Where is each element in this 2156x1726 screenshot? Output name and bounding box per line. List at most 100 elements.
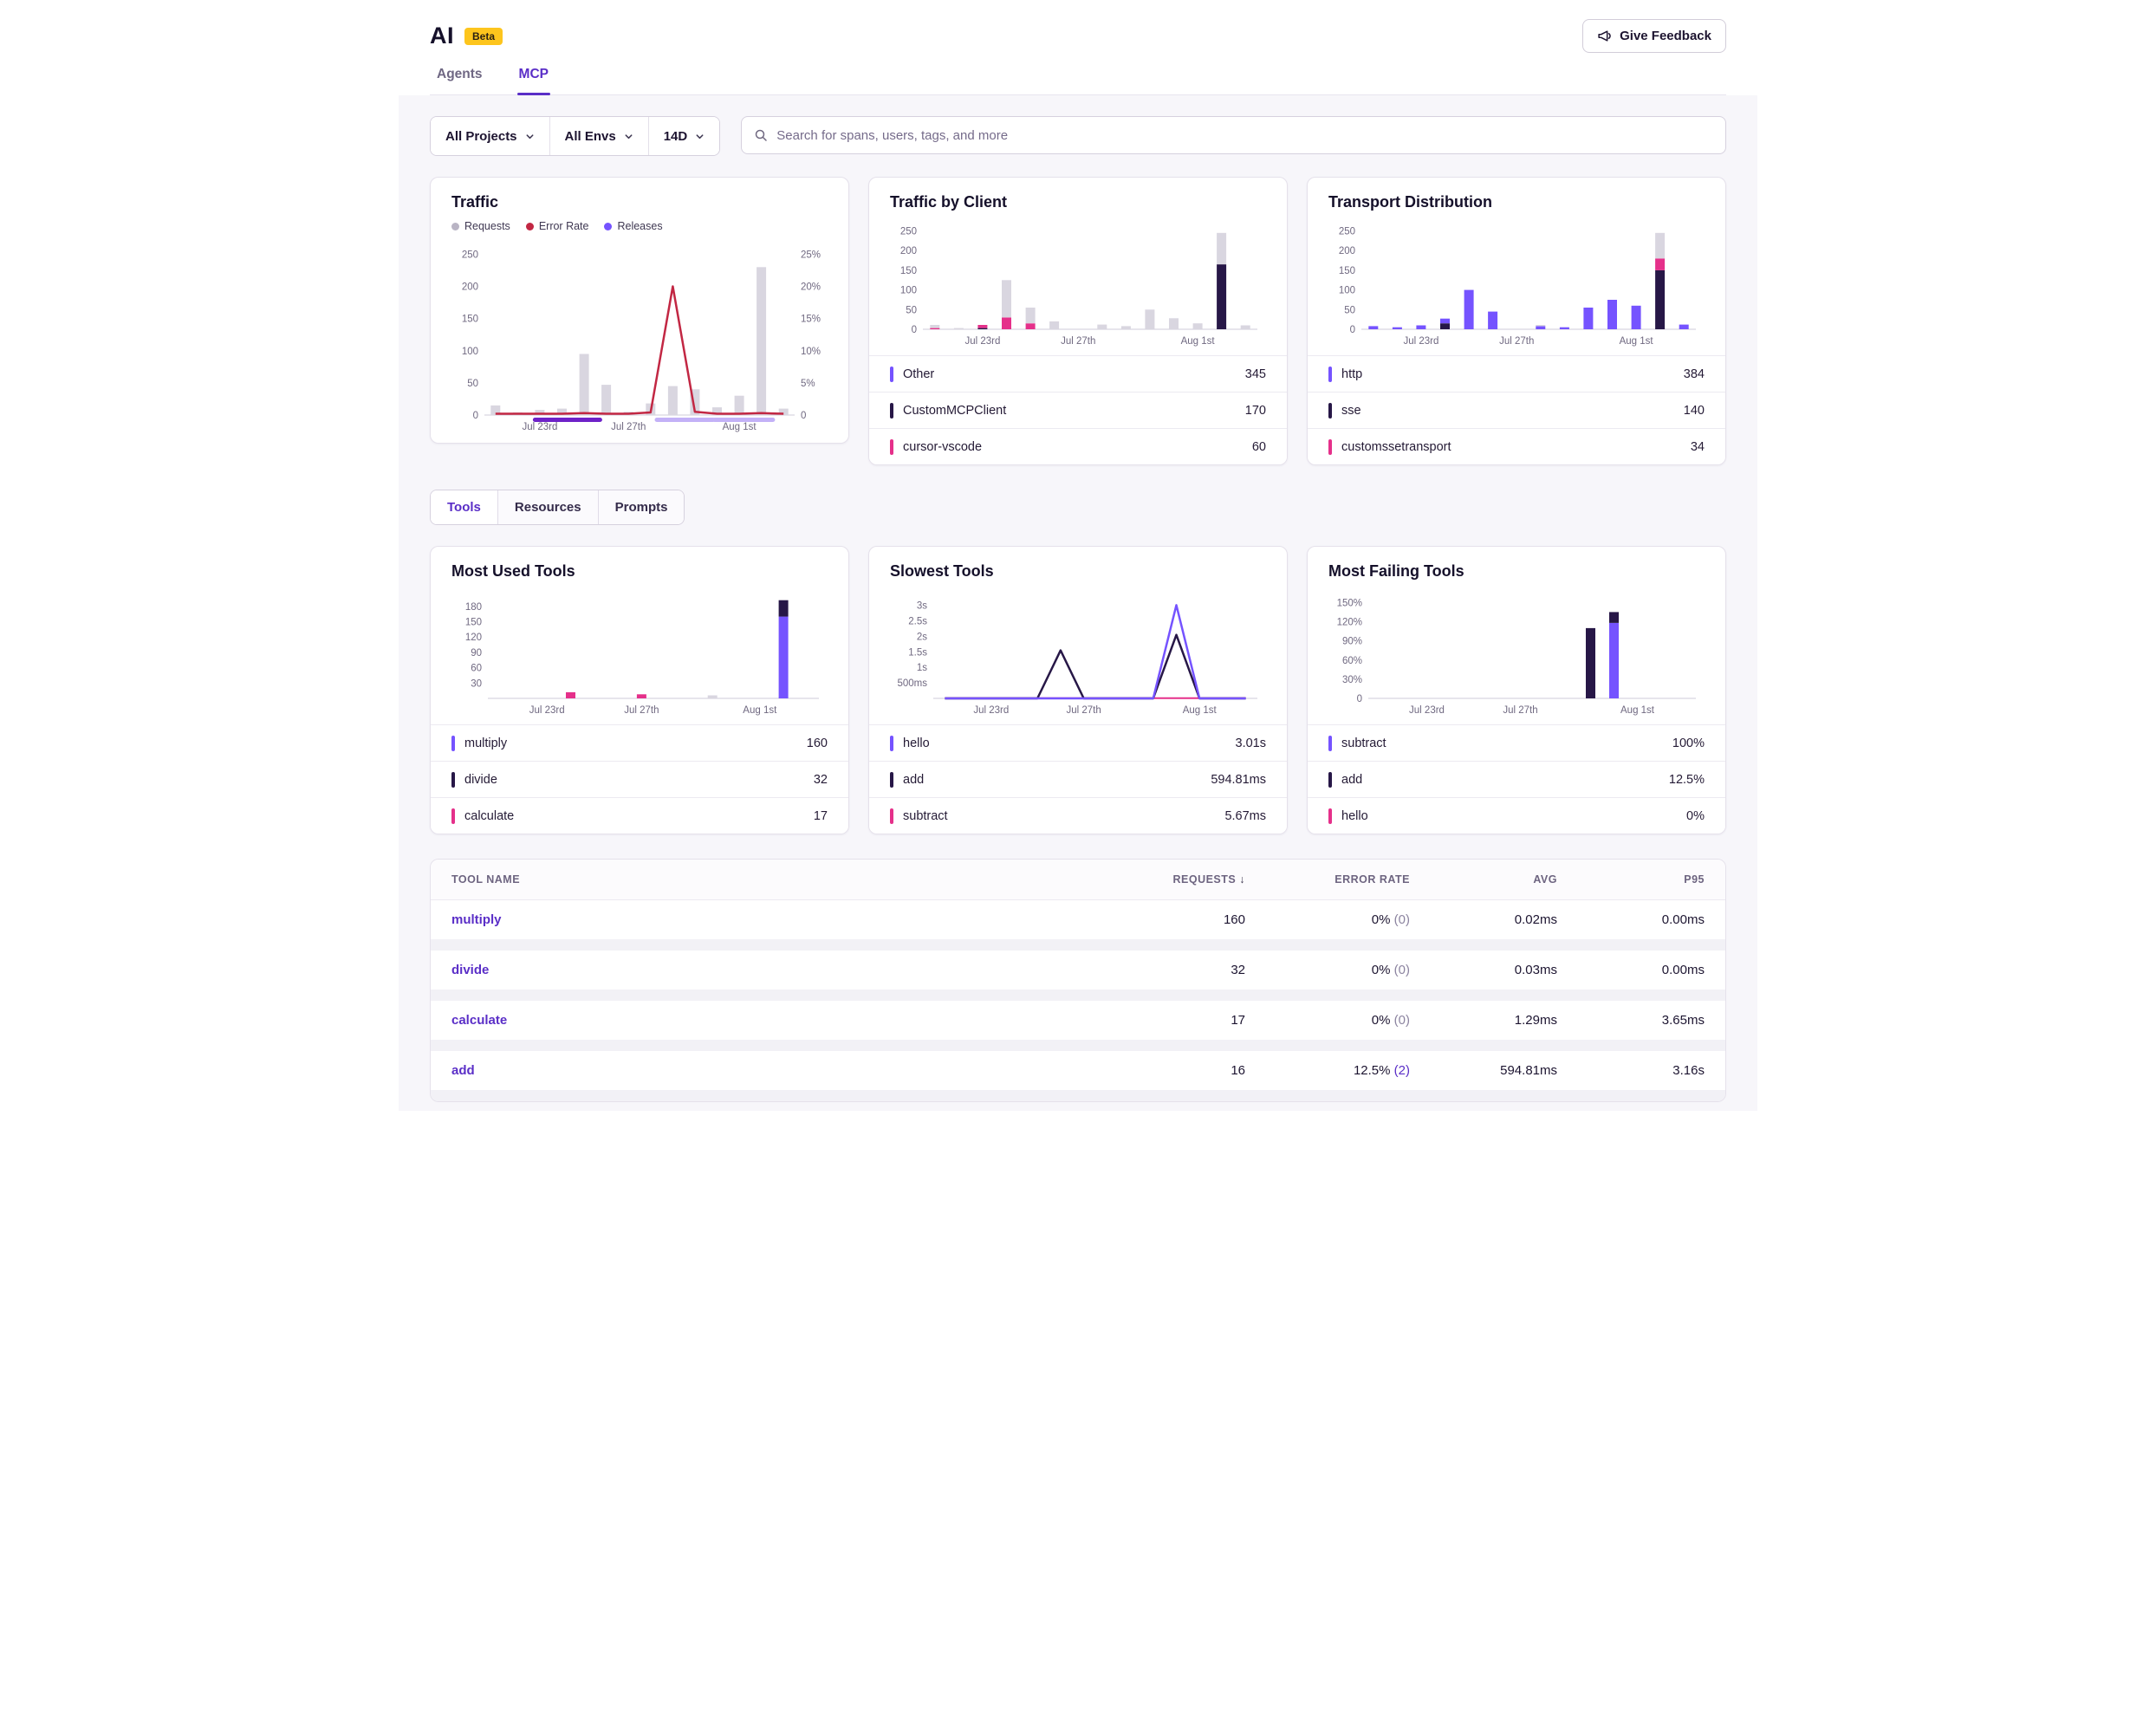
column-header-requests[interactable]: REQUESTS↓ [1107,873,1245,886]
filter-dropdown-14d[interactable]: 14D [649,117,720,155]
tab-agents[interactable]: Agents [435,67,484,94]
svg-text:5%: 5% [801,379,815,389]
series-value: 384 [1684,367,1705,381]
series-row-hello[interactable]: hello0% [1308,797,1725,834]
svg-text:Jul 27th: Jul 27th [1067,705,1101,716]
tool-link[interactable]: multiply [451,912,1107,927]
legend-item-releases[interactable]: Releases [604,220,662,232]
table-body: multiply1600% (0)0.02ms0.00ms divide320% … [431,900,1725,1101]
table-row-multiply[interactable]: multiply1600% (0)0.02ms0.00ms [431,900,1725,939]
series-row-subtract[interactable]: subtract5.67ms [869,797,1287,834]
filter-dropdown-group: All Projects All Envs 14D [430,116,720,156]
filter-dropdown-all-envs[interactable]: All Envs [550,117,649,155]
p95-value: 0.00ms [1557,963,1705,977]
content: All ProjectsAll Envs14D Traffic Requests… [399,95,1757,1111]
series-color-pill [1328,403,1332,419]
series-label: divide [464,773,497,787]
series-row-http[interactable]: http384 [1308,355,1725,392]
series-row-add[interactable]: add594.81ms [869,761,1287,797]
most-used-tools-card: Most Used Tools 306090120150180Jul 23rdJ… [430,546,849,834]
series-row-subtract[interactable]: subtract100% [1308,724,1725,761]
series-label: sse [1341,404,1361,418]
svg-text:90%: 90% [1342,637,1362,647]
requests-value: 32 [1107,963,1245,977]
tab-mcp[interactable]: MCP [517,67,550,94]
chevron-down-icon [624,132,633,141]
series-value: 0% [1686,809,1705,823]
slowest-tools-chart: 500ms1s1.5s2s2.5s3sJul 23rdJul 27thAug 1… [890,587,1268,717]
column-header-tool-name[interactable]: TOOL NAME [451,873,1107,886]
series-row-other[interactable]: Other345 [869,355,1287,392]
series-color-pill [1328,367,1332,382]
legend-dot [604,223,612,230]
svg-text:250: 250 [462,250,478,260]
svg-text:10%: 10% [801,347,821,357]
tool-link[interactable]: add [451,1063,1107,1078]
search-input[interactable] [776,128,1713,143]
series-row-divide[interactable]: divide32 [431,761,848,797]
most-failing-tools-chart: 030%60%90%120%150%Jul 23rdJul 27thAug 1s… [1328,587,1706,717]
search-icon [754,128,768,142]
primary-tabs: Agents MCP [430,67,1726,95]
series-value: 140 [1684,404,1705,418]
column-header-error-rate[interactable]: ERROR RATE [1245,873,1410,886]
series-value: 3.01s [1236,736,1266,750]
table-row-divide[interactable]: divide320% (0)0.03ms0.00ms [431,951,1725,990]
svg-text:120%: 120% [1337,618,1362,628]
error-rate-value: 0% (0) [1245,963,1410,977]
most-failing-tools-rows: subtract100%add12.5%hello0% [1308,724,1725,834]
series-color-pill [1328,808,1332,824]
svg-text:150: 150 [900,266,917,276]
legend-item-error-rate[interactable]: Error Rate [526,220,589,232]
series-row-add[interactable]: add12.5% [1308,761,1725,797]
avg-value: 0.02ms [1410,912,1557,927]
most-failing-tools-card: Most Failing Tools 030%60%90%120%150%Jul… [1307,546,1726,834]
filter-dropdown-all-projects[interactable]: All Projects [431,117,550,155]
svg-text:60: 60 [471,664,482,674]
column-header-p95[interactable]: P95 [1557,873,1705,886]
legend-item-requests[interactable]: Requests [451,220,510,232]
column-header-avg[interactable]: AVG [1410,873,1557,886]
svg-text:Jul 23rd: Jul 23rd [522,422,557,432]
series-row-sse[interactable]: sse 140 [1308,392,1725,428]
give-feedback-button[interactable]: Give Feedback [1582,19,1726,53]
chevron-down-icon [695,132,705,141]
series-color-pill [890,772,893,788]
legend-dot [526,223,534,230]
series-row-calculate[interactable]: calculate17 [431,797,848,834]
svg-text:200: 200 [462,282,478,293]
segment-tools[interactable]: Tools [431,490,498,524]
avg-value: 594.81ms [1410,1063,1557,1078]
svg-text:Jul 27th: Jul 27th [1499,336,1534,347]
series-label: cursor-vscode [903,440,982,454]
requests-value: 160 [1107,912,1245,927]
table-row-calculate[interactable]: calculate170% (0)1.29ms3.65ms [431,1001,1725,1040]
series-row-multiply[interactable]: multiply160 [431,724,848,761]
error-rate-percent: 0% [1372,963,1394,977]
series-row-hello[interactable]: hello3.01s [869,724,1287,761]
tool-link[interactable]: divide [451,963,1107,977]
series-label: add [903,773,924,787]
error-rate-percent: 0% [1372,1013,1394,1028]
filter-dropdown-label: 14D [664,129,688,144]
series-row-custommcpclient[interactable]: CustomMCPClient170 [869,392,1287,428]
row-stripe [431,939,1725,951]
svg-text:500ms: 500ms [897,678,927,689]
segment-prompts[interactable]: Prompts [599,490,685,524]
legend-label: Releases [617,220,662,232]
tool-link[interactable]: calculate [451,1013,1107,1028]
svg-text:Jul 27th: Jul 27th [611,422,646,432]
error-count[interactable]: (2) [1394,1063,1410,1078]
top-charts-grid: Traffic RequestsError RateReleases 05010… [430,177,1726,465]
filter-dropdown-label: All Projects [445,129,517,144]
series-label: customssetransport [1341,440,1451,454]
table-row-add[interactable]: add1612.5% (2)594.81ms3.16s [431,1051,1725,1090]
series-row-customssetransport[interactable]: customssetransport34 [1308,428,1725,464]
transport-distribution-card: Transport Distribution 050100150200250Ju… [1307,177,1726,465]
segment-resources[interactable]: Resources [498,490,599,524]
svg-text:150: 150 [1339,266,1355,276]
legend-label: Error Rate [539,220,589,232]
svg-text:150%: 150% [1337,598,1362,608]
series-row-cursor-vscode[interactable]: cursor-vscode60 [869,428,1287,464]
traffic-by-client-legend-rows: Other345CustomMCPClient170cursor-vscode6… [869,355,1287,464]
